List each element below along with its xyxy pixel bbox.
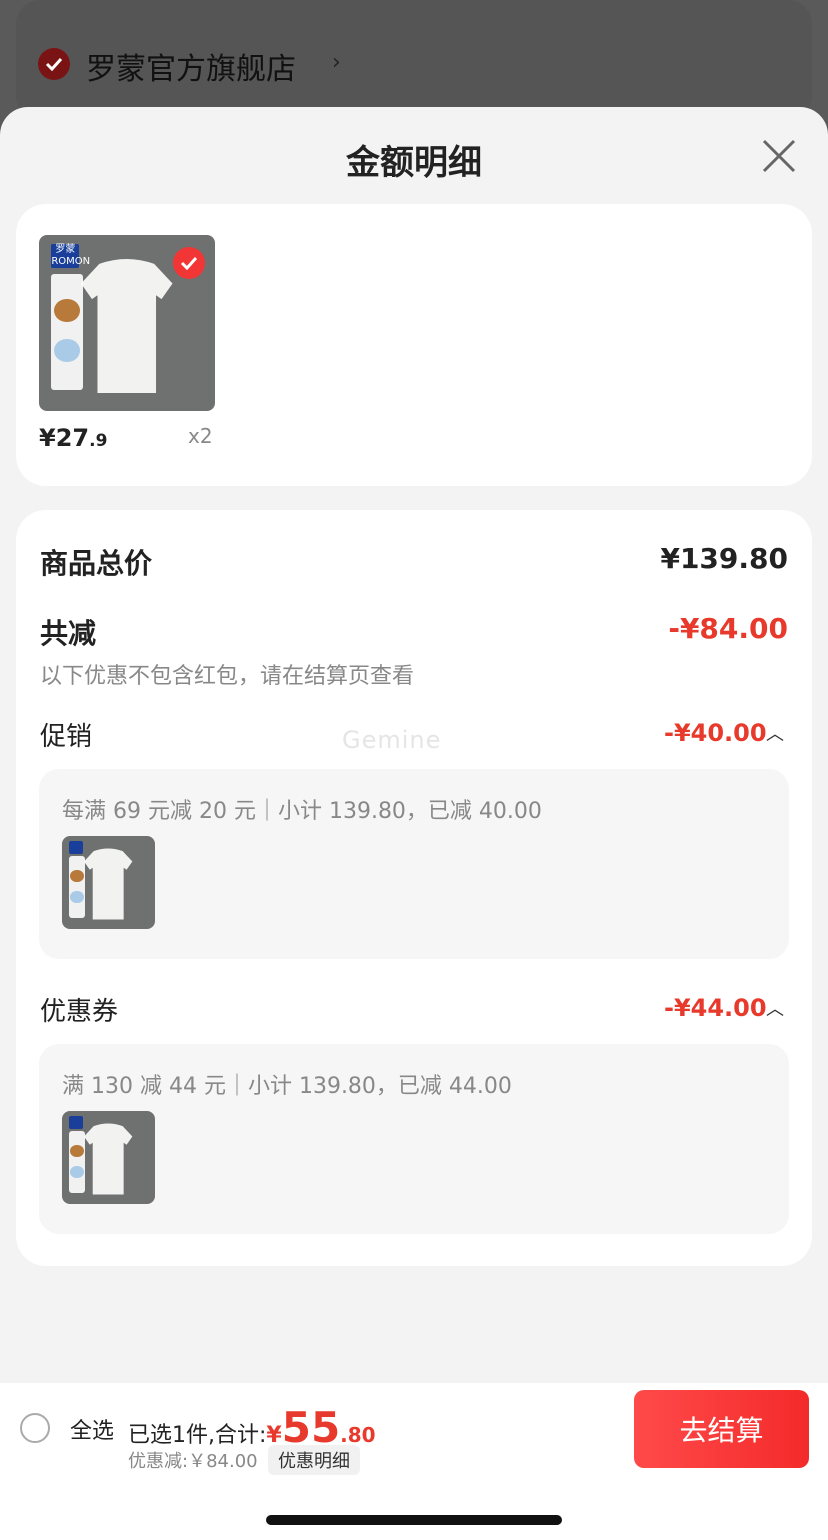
tshirt-icon: [81, 259, 173, 394]
discount-amount: 优惠减:￥84.00: [128, 1451, 258, 1472]
reduce-note: 以下优惠不包含红包，请在结算页查看: [40, 664, 415, 689]
coupon-desc: 满 130 减 44 元｜小计 139.80，已减 44.00: [62, 1074, 512, 1099]
feature-badges: [51, 273, 83, 390]
checkout-bar: 全选 已选1件,合计:¥55.80 优惠减:￥84.00 优惠明细 去结算: [0, 1383, 828, 1540]
coupon-product-image[interactable]: [62, 1111, 155, 1204]
product-price: ¥27.9: [39, 424, 108, 452]
brand-logo: [68, 1115, 84, 1129]
promo-label: 促销: [40, 722, 93, 752]
product-image[interactable]: 罗蒙 ROMON: [39, 235, 215, 411]
store-name: 罗蒙官方旗舰店: [86, 52, 296, 87]
feature-badges: [68, 856, 86, 918]
selected-check-icon[interactable]: [173, 247, 205, 279]
tshirt-icon: [84, 1123, 133, 1195]
feature-badges: [68, 1131, 86, 1193]
coupon-value[interactable]: -¥44.00: [664, 994, 767, 1022]
sheet-title: 金额明细: [346, 143, 482, 183]
amount-detail-sheet: 金额明细 罗蒙 ROMON ¥27.9 x2 商品总价 ¥139.80 共减 -…: [0, 107, 828, 1540]
summary-label: 已选1件,合计:: [128, 1423, 267, 1448]
close-icon[interactable]: [760, 137, 798, 175]
coupon-label: 优惠券: [40, 997, 119, 1027]
coupon-detail-box: 满 130 减 44 元｜小计 139.80，已减 44.00: [39, 1044, 789, 1234]
product-quantity: x2: [188, 424, 213, 448]
checkout-button[interactable]: 去结算: [634, 1390, 809, 1468]
total-reduce-label: 共减: [40, 617, 97, 650]
home-indicator[interactable]: [266, 1515, 562, 1525]
chevron-right-icon: ›: [332, 50, 341, 75]
promo-desc: 每满 69 元减 20 元｜小计 139.80，已减 40.00: [62, 799, 542, 824]
summary-total-dec: .80: [340, 1423, 376, 1447]
watermark-text: Gemine: [342, 726, 442, 754]
chevron-up-icon[interactable]: ︿: [766, 995, 784, 1021]
select-all-label[interactable]: 全选: [70, 1413, 114, 1445]
discount-detail-link[interactable]: 优惠明细: [268, 1445, 360, 1475]
promo-product-image[interactable]: [62, 836, 155, 929]
product-card: 罗蒙 ROMON ¥27.9 x2: [16, 204, 812, 486]
total-price-value: ¥139.80: [660, 542, 788, 575]
brand-logo: [68, 840, 84, 854]
total-price-label: 商品总价: [40, 547, 153, 580]
tshirt-icon: [84, 848, 133, 920]
chevron-up-icon[interactable]: ︿: [766, 720, 784, 746]
brand-logo: 罗蒙 ROMON: [51, 243, 91, 269]
promo-detail-box: 每满 69 元减 20 元｜小计 139.80，已减 40.00: [39, 769, 789, 959]
store-header-background: 罗蒙官方旗舰店 ›: [16, 0, 812, 120]
promo-value[interactable]: -¥40.00: [664, 719, 767, 747]
total-reduce-value: -¥84.00: [668, 612, 788, 645]
price-detail-card: 商品总价 ¥139.80 共减 -¥84.00 以下优惠不包含红包，请在结算页查…: [16, 510, 812, 1266]
store-check-icon: [38, 48, 70, 80]
select-all-radio[interactable]: [20, 1413, 50, 1443]
